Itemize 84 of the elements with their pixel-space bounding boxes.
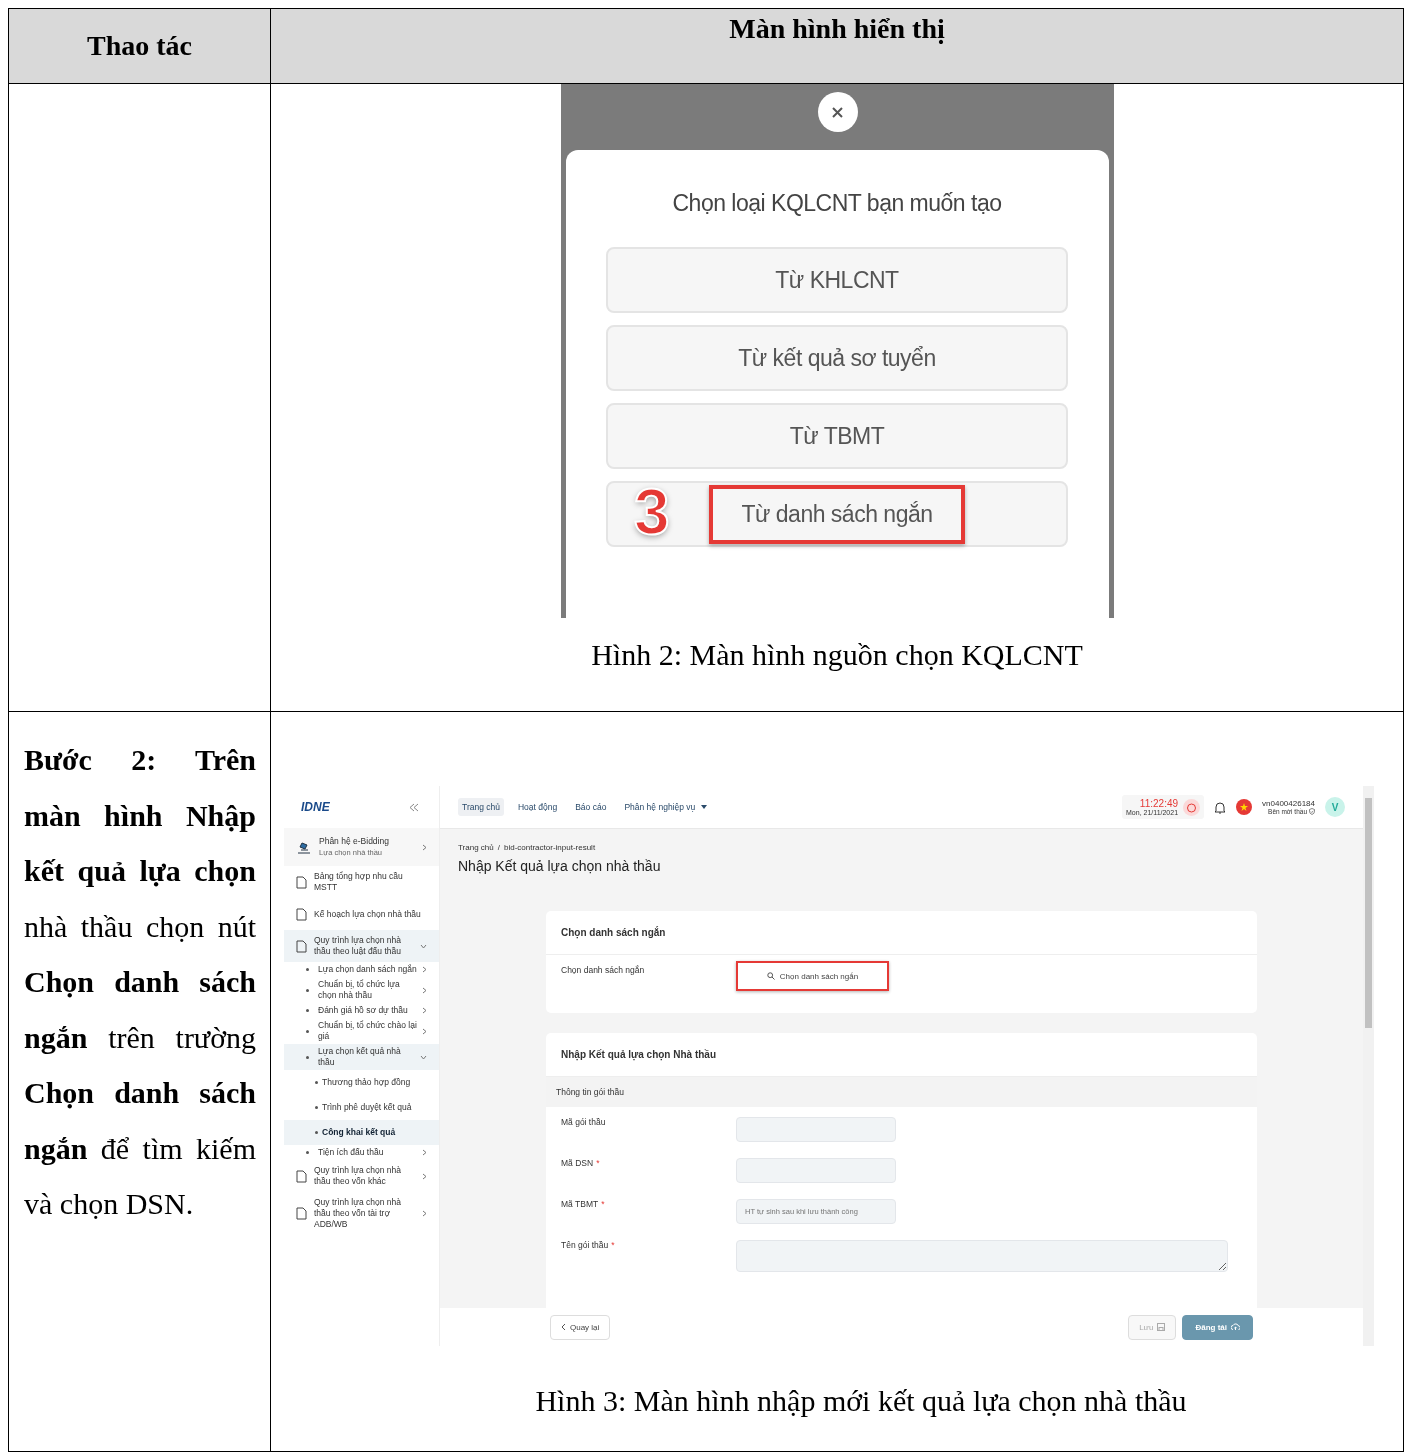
bullet-icon xyxy=(306,988,309,992)
bullet-icon xyxy=(306,1029,309,1033)
field-label: Chọn danh sách ngắn xyxy=(561,965,646,977)
chevron-right-icon xyxy=(422,1149,427,1156)
sidebar-item[interactable]: Kế hoạch lựa chọn nhà thầu xyxy=(284,898,439,930)
document-icon xyxy=(296,1207,307,1220)
field-label: Mã DSN xyxy=(561,1158,594,1170)
chevron-down-icon xyxy=(420,943,427,949)
chevron-right-icon xyxy=(422,1007,427,1014)
sidebar-leaf-item[interactable]: Thương thảo hợp đồng xyxy=(284,1070,439,1095)
cloud-upload-icon xyxy=(1231,1323,1240,1331)
sidebar-item[interactable]: Quy trình lựa chọn nhà thầu theo vốn khác xyxy=(284,1160,439,1192)
sidebar-leaf-item[interactable]: Công khai kết quả xyxy=(284,1120,439,1145)
module-title: Phân hệ e-Bidding xyxy=(319,836,390,847)
option-button[interactable]: Từ kết quả sơ tuyển xyxy=(606,325,1068,391)
breadcrumb-link[interactable]: Trang chủ xyxy=(458,843,494,852)
sidebar-subitem[interactable]: Lựa chọn kết quả nhà thầu xyxy=(284,1044,439,1070)
document-icon xyxy=(296,907,307,921)
collapse-icon[interactable] xyxy=(409,802,419,812)
document-icon xyxy=(296,875,307,889)
required-marker: * xyxy=(611,1240,615,1252)
instruction-text: Bước 2: Trên màn hình Nhập kết quả lựa chọn nhà thầu chọn nút Chọn danh sách ngắn trên trường Chọn danh sách ngắn để tìm kiếm và chọn DSN. xyxy=(24,742,256,1222)
breadcrumb-separator: / xyxy=(497,843,500,852)
input-field[interactable] xyxy=(736,1158,896,1183)
chevron-right-icon xyxy=(422,843,427,851)
nav-tab[interactable]: Trang chủ xyxy=(458,798,504,816)
figure-caption: Hình 3: Màn hình nhập mới kết quả lựa chọn nhà thầu xyxy=(534,1384,1188,1418)
option-button[interactable]: Từ KHLCNT xyxy=(606,247,1068,313)
figure-caption: Hình 2: Màn hình nguồn chọn KQLCNT xyxy=(590,638,1084,672)
chevron-right-icon xyxy=(422,1172,427,1180)
scrollbar[interactable] xyxy=(1363,786,1374,1346)
bullet-icon xyxy=(306,968,309,971)
chevron-right-icon xyxy=(422,1210,427,1217)
sidebar-subitem[interactable]: Lựa chọn danh sách ngắn xyxy=(284,962,439,977)
chevron-right-icon xyxy=(422,1027,427,1035)
clock-time: 11:22:49 xyxy=(1138,798,1179,809)
bullet-icon xyxy=(306,1009,309,1012)
back-button[interactable]: Quay lại xyxy=(550,1314,611,1340)
chevron-down-icon xyxy=(420,1054,427,1060)
search-icon xyxy=(766,972,775,980)
field-label: Mã TBMT xyxy=(561,1199,599,1211)
field-label: Tên gói thầu xyxy=(561,1240,609,1252)
nav-tab[interactable]: Báo cáo xyxy=(571,798,611,816)
sidebar-item[interactable]: Quy trình lựa chọn nhà thầu theo luật đấu thầu xyxy=(284,930,439,962)
section-header: Thông tin gói thầu xyxy=(546,1077,1257,1107)
nav-tab[interactable]: Hoạt động xyxy=(513,798,562,816)
document-icon xyxy=(296,1169,307,1183)
shield-check-icon xyxy=(1309,808,1315,815)
bullet-icon xyxy=(315,1081,318,1084)
breadcrumb-link[interactable]: bid-contractor-input-result xyxy=(503,843,596,852)
field-label: Mã gói thầu xyxy=(561,1117,606,1129)
column-header: Màn hình hiển thị xyxy=(728,12,946,45)
dialog-title: Chọn loại KQLCNT bạn muốn tạo xyxy=(672,190,1002,217)
chevron-right-icon xyxy=(422,966,427,973)
bullet-icon xyxy=(315,1131,318,1134)
sidebar-item[interactable]: Quy trình lựa chọn nhà thầu theo vốn tài trợ ADB/WB xyxy=(284,1192,439,1235)
bullet-icon xyxy=(306,1055,309,1059)
card-title: Chọn danh sách ngắn xyxy=(546,911,1257,955)
option-button[interactable]: Từ TBMT xyxy=(606,403,1068,469)
nav-tab[interactable]: Phân hệ nghiệp vụ xyxy=(620,798,700,816)
select-shortlist-button[interactable]: Chọn danh sách ngắn xyxy=(736,961,889,991)
close-icon xyxy=(832,106,843,118)
chevron-left-icon xyxy=(561,1323,566,1331)
username: vn0400426184 xyxy=(1262,799,1315,808)
logo: IDNE xyxy=(301,800,330,814)
sidebar-leaf-item[interactable]: Trình phê duyệt kết quả xyxy=(284,1095,439,1120)
sidebar-subitem[interactable]: Chuẩn bị, tổ chức chào lại giá xyxy=(284,1018,439,1044)
sidebar-subitem[interactable]: Chuẩn bị, tổ chức lựa chọn nhà thầu xyxy=(284,977,439,1003)
input-field[interactable] xyxy=(736,1117,896,1142)
sidebar-subitem[interactable]: Tiện ích đấu thầu xyxy=(284,1145,439,1160)
required-marker: * xyxy=(601,1199,605,1211)
chevron-right-icon xyxy=(422,986,427,994)
bullet-icon xyxy=(306,1151,309,1154)
sidebar-subitem[interactable]: Đánh giá hồ sơ dự thầu xyxy=(284,1003,439,1018)
sidebar-item[interactable]: Bảng tổng hợp nhu cầu MSTT xyxy=(284,866,439,898)
required-marker: * xyxy=(596,1158,600,1170)
option-button[interactable]: 3 Từ danh sách ngắn xyxy=(606,481,1068,547)
bell-icon[interactable] xyxy=(1214,800,1227,814)
flag-icon[interactable] xyxy=(1236,799,1253,815)
close-button[interactable] xyxy=(817,92,858,132)
bullet-icon xyxy=(315,1106,318,1109)
page-title: Nhập Kết quả lựa chọn nhà thầu xyxy=(457,857,662,874)
column-header: Thao tác xyxy=(8,8,271,84)
document-icon xyxy=(296,939,307,953)
